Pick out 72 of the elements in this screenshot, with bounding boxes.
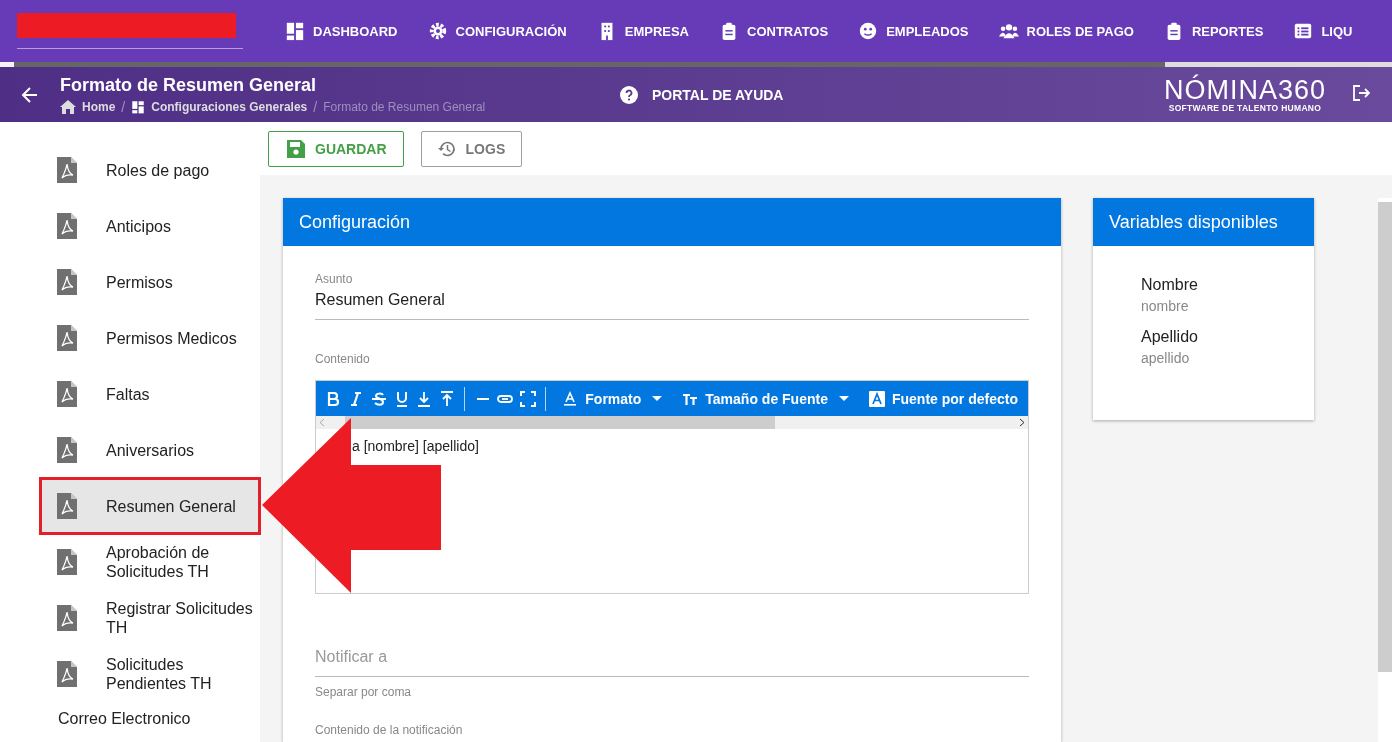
sidebar-item[interactable]: Roles de pago: [40, 142, 260, 198]
sidebar-item[interactable]: Permisos: [40, 254, 260, 310]
history-icon: [437, 139, 456, 158]
card-title: Variables disponibles: [1093, 198, 1314, 246]
notify-field[interactable]: Notificar a: [315, 642, 1029, 677]
page-title: Formato de Resumen General: [60, 74, 318, 96]
logs-button[interactable]: LOGS: [420, 130, 523, 167]
font-size-dropdown[interactable]: Tamaño de Fuente: [672, 390, 859, 407]
pdf-file-icon: [57, 325, 77, 351]
pdf-file-icon: [57, 549, 77, 575]
caret-icon: [652, 396, 663, 401]
breadcrumb-separator: /: [313, 98, 318, 115]
breadcrumb-link[interactable]: Home: [82, 99, 116, 114]
nav-tab[interactable]: CONFIGURACIÓN: [412, 21, 582, 41]
people-icon: [998, 21, 1019, 41]
field-label: Contenido de la notificación: [315, 723, 464, 737]
field-label: Contenido: [315, 352, 371, 366]
pdf-file-icon: [57, 269, 77, 295]
list-icon: [1293, 21, 1314, 41]
pdf-file-icon: [57, 437, 77, 463]
help-icon: [620, 85, 638, 104]
sidebar-item[interactable]: Anticipos: [40, 198, 260, 254]
horizontal-scrollbar[interactable]: [316, 416, 1028, 429]
nav-tab[interactable]: EMPLEADOS: [843, 21, 984, 41]
gear-icon: [427, 21, 448, 41]
variable-name: Nombre: [1141, 276, 1199, 294]
field-hint: Separar por coma: [315, 685, 413, 699]
breadcrumb-current: Formato de Resumen General: [323, 99, 486, 114]
breadcrumb-link[interactable]: Configuraciones Generales: [151, 99, 308, 114]
font-dropdown[interactable]: Fuente por defecto: [858, 390, 1028, 407]
sidebar-item[interactable]: Solicitudes Pendientes TH: [40, 646, 260, 702]
variable-key: nombre: [1141, 298, 1314, 314]
nav-tab[interactable]: REPORTES: [1148, 21, 1279, 41]
sidebar-item[interactable]: Permisos Medicos: [40, 310, 260, 366]
nav-scrollbar[interactable]: [14, 62, 1392, 67]
variable-key: apellido: [1141, 350, 1314, 366]
logout-icon[interactable]: [1352, 83, 1370, 102]
nav-tab[interactable]: EMPRESA: [581, 21, 704, 41]
pdf-file-icon: [57, 661, 77, 687]
face-icon: [858, 21, 879, 41]
sidebar-section-title: Correo Electronico: [57, 709, 192, 728]
nav-tab[interactable]: ROLES DE PAGO: [983, 21, 1149, 41]
nav-tab[interactable]: LIQU: [1278, 21, 1368, 41]
dashboard-icon: [285, 21, 305, 41]
pdf-file-icon: [57, 157, 77, 183]
back-arrow-icon[interactable]: [21, 85, 39, 104]
sidebar-item[interactable]: Aprobación de Solicitudes TH: [40, 534, 260, 590]
dashboard-icon: [131, 99, 146, 114]
sidebar-item[interactable]: Resumen General: [40, 478, 260, 534]
help-portal-link[interactable]: PORTAL DE AYUDA: [652, 86, 784, 103]
pdf-file-icon: [57, 493, 77, 519]
sidebar-item[interactable]: Aniversarios: [40, 422, 260, 478]
text-color-icon: [562, 390, 579, 407]
breadcrumb-separator: /: [121, 98, 126, 115]
pdf-file-icon: [57, 381, 77, 407]
font-icon: [868, 390, 885, 407]
variable-name: Apellido: [1141, 328, 1199, 346]
pdf-file-icon: [57, 605, 77, 631]
caret-icon: [838, 396, 849, 401]
editor-text: a [nombre] [apellido]: [351, 437, 480, 454]
sidebar-item[interactable]: Faltas: [40, 366, 260, 422]
pdf-file-icon: [57, 213, 77, 239]
card-title: Configuración: [283, 198, 1061, 246]
nav-tab[interactable]: DASHBOARD: [270, 21, 413, 41]
vertical-scrollbar[interactable]: [1378, 198, 1392, 742]
home-icon: [60, 99, 76, 114]
nav-tab[interactable]: CONTRATOS: [704, 21, 844, 41]
subject-field[interactable]: Resumen General: [315, 286, 1029, 320]
logo: NÓMINA360 SOFTWARE DE TALENTO HUMANO: [1163, 76, 1326, 113]
field-label: Asunto: [315, 272, 354, 286]
sidebar-item[interactable]: Registrar Solicitudes TH: [40, 590, 260, 646]
format-dropdown[interactable]: Formato: [552, 390, 673, 407]
